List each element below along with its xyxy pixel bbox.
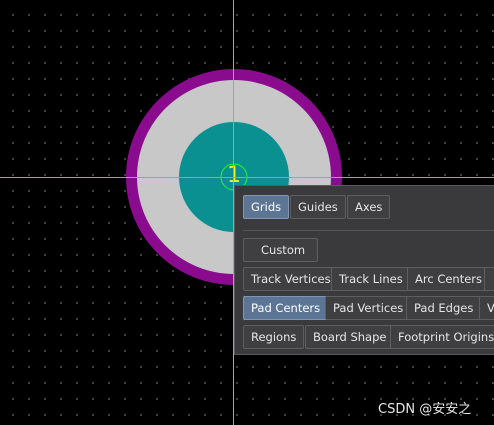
footprint-origins-button[interactable]: Footprint Origins: [390, 325, 494, 349]
custom-button[interactable]: Custom: [243, 238, 318, 262]
regions-button[interactable]: Regions: [243, 325, 305, 349]
pad-vertices-button[interactable]: Pad Vertices: [325, 296, 412, 320]
snap-options-panel: Grids Guides Axes Custom Track Vertices …: [234, 185, 494, 355]
tab-grids[interactable]: Grids: [243, 195, 290, 219]
watermark: CSDN @安安之: [378, 402, 472, 417]
track-lines-button[interactable]: Track Lines: [331, 267, 411, 291]
pad-edges-button[interactable]: Pad Edges: [406, 296, 482, 320]
tab-guides[interactable]: Guides: [290, 195, 346, 219]
tab-axes[interactable]: Axes: [347, 195, 391, 219]
track-vertices-button[interactable]: Track Vertices: [243, 267, 339, 291]
snap-option-button[interactable]: [484, 267, 494, 291]
arc-centers-button[interactable]: Arc Centers: [407, 267, 491, 291]
via-option-button[interactable]: V: [479, 296, 494, 320]
board-shape-button[interactable]: Board Shape: [305, 325, 395, 349]
crosshair-horizontal: [0, 177, 494, 178]
panel-divider: [243, 230, 494, 231]
pad-centers-button[interactable]: Pad Centers: [243, 296, 329, 320]
